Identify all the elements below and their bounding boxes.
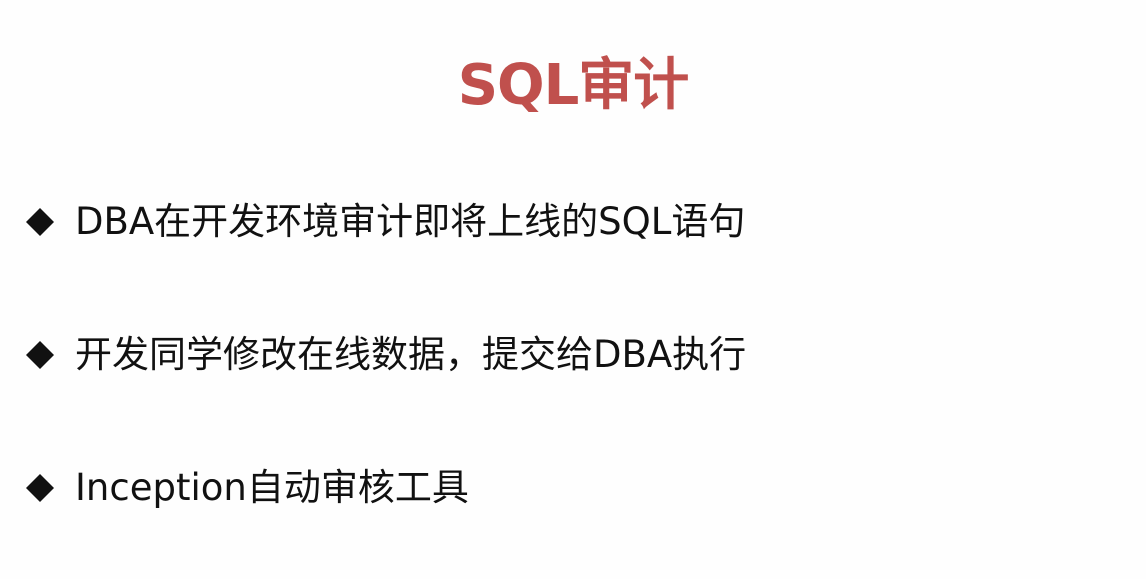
bullet-text: 开发同学修改在线数据，提交给DBA执行 bbox=[75, 333, 747, 376]
bullet-text: DBA在开发环境审计即将上线的SQL语句 bbox=[75, 200, 746, 243]
diamond-bullet-icon bbox=[22, 204, 58, 240]
bullet-item: DBA在开发环境审计即将上线的SQL语句 bbox=[22, 197, 745, 247]
bullet-text: Inception自动审核工具 bbox=[75, 466, 469, 509]
diamond-bullet-icon bbox=[22, 470, 58, 506]
bullet-item: Inception自动审核工具 bbox=[22, 463, 469, 513]
diamond-bullet-icon bbox=[22, 337, 58, 373]
slide-title: SQL审计 bbox=[457, 53, 690, 118]
bullet-item: 开发同学修改在线数据，提交给DBA执行 bbox=[22, 330, 746, 380]
slide: SQL审计 DBA在开发环境审计即将上线的SQL语句 开发同学修改在线数据，提交… bbox=[0, 0, 1146, 579]
